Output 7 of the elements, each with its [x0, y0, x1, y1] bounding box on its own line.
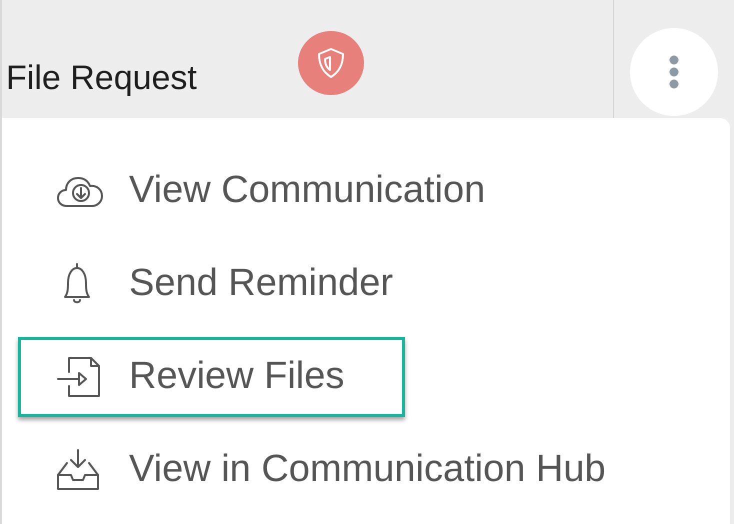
menu-item[interactable]: View Communication	[18, 150, 546, 230]
menu-item[interactable]: View in Communication Hub	[18, 430, 667, 510]
file-import-icon	[57, 356, 103, 398]
page-title: File Request	[6, 58, 198, 98]
menu-item[interactable]: Review Files	[18, 336, 406, 416]
menu-item[interactable]: Send Reminder	[18, 244, 454, 324]
more-vertical-icon	[669, 55, 679, 89]
